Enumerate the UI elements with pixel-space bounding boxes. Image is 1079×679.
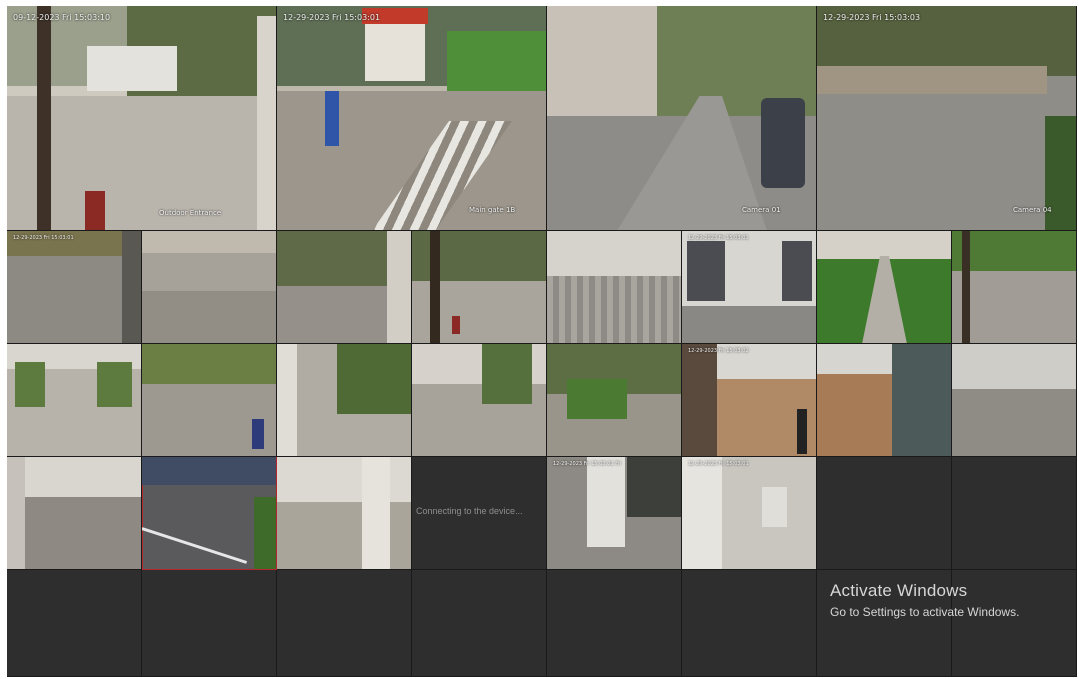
camera-tile-10[interactable]: 12-29-2023 Fri 15:03:01 xyxy=(682,231,817,344)
camera-tile-4[interactable]: 12-29-2023 Fri 15:03:03 Camera 04 xyxy=(817,6,1077,231)
camera-tile-1[interactable]: 09-12-2023 Fri 15:03:10 Outdoor Entrance xyxy=(7,6,277,231)
scene xyxy=(15,362,45,407)
scene xyxy=(817,231,951,259)
scene xyxy=(782,241,812,301)
camera-tile-15[interactable] xyxy=(277,344,412,457)
scene xyxy=(277,344,297,456)
camera-tile-16[interactable] xyxy=(412,344,547,457)
camera-tile-9[interactable] xyxy=(547,231,682,344)
scene xyxy=(447,31,546,91)
camera-tile-33[interactable] xyxy=(547,570,682,677)
scene xyxy=(337,344,411,414)
camera-tile-8[interactable] xyxy=(412,231,547,344)
scene xyxy=(627,457,681,517)
camera-timestamp: 12-29-2023 Fri 15:03:01 xyxy=(283,13,381,22)
scene xyxy=(547,276,681,343)
scene xyxy=(257,16,276,230)
scene xyxy=(142,457,276,485)
scene xyxy=(587,457,625,547)
camera-tile-22[interactable] xyxy=(142,457,277,570)
camera-tile-14[interactable] xyxy=(142,344,277,457)
scene xyxy=(817,66,1047,94)
camera-caption: Outdoor Entrance xyxy=(159,209,222,217)
camera-video-wall: 09-12-2023 Fri 15:03:10 Outdoor Entrance… xyxy=(7,6,1077,677)
scene xyxy=(254,497,276,569)
scene xyxy=(962,231,970,343)
scene xyxy=(87,46,177,91)
camera-tile-17[interactable] xyxy=(547,344,682,457)
camera-tile-7[interactable] xyxy=(277,231,412,344)
camera-timestamp: 12-29-2023 Fri 15:03:03 xyxy=(823,13,921,22)
scene xyxy=(142,344,276,384)
camera-tile-2[interactable]: 12-29-2023 Fri 15:03:01 Main gate 1B xyxy=(277,6,547,231)
camera-tile-24[interactable]: Connecting to the device... xyxy=(412,457,547,570)
camera-tile-20[interactable] xyxy=(952,344,1077,457)
scene xyxy=(452,316,460,334)
scene xyxy=(365,16,425,81)
camera-tile-6[interactable] xyxy=(142,231,277,344)
camera-caption: Main gate 1B xyxy=(469,206,516,214)
camera-caption: Camera 04 xyxy=(1013,206,1052,214)
camera-caption: Camera 01 xyxy=(742,206,781,214)
scene xyxy=(482,344,532,404)
scene xyxy=(682,344,717,456)
camera-timestamp: 12-29-2023 Fri 15:03:01 xyxy=(688,461,749,467)
scene xyxy=(567,379,627,419)
camera-tile-3[interactable]: Camera 01 xyxy=(547,6,817,231)
camera-tile-26[interactable]: 12-29-2023 Fri 15:03:01 xyxy=(682,457,817,570)
camera-tile-32[interactable] xyxy=(412,570,547,677)
scene xyxy=(387,231,411,343)
camera-tile-31[interactable] xyxy=(277,570,412,677)
scene xyxy=(85,191,105,230)
scene xyxy=(761,98,805,188)
camera-tile-28[interactable] xyxy=(952,457,1077,570)
camera-timestamp: 12-29-2023 Fri 15:03:01 Fri xyxy=(553,461,622,467)
scene xyxy=(277,457,411,502)
scene xyxy=(952,344,1076,389)
scene xyxy=(252,419,264,449)
scene xyxy=(430,231,440,343)
scene xyxy=(762,487,787,527)
scene xyxy=(142,231,276,253)
camera-tile-25[interactable]: 12-29-2023 Fri 15:03:01 Fri xyxy=(547,457,682,570)
scene xyxy=(325,91,339,146)
camera-tile-35[interactable] xyxy=(817,570,952,677)
scene xyxy=(362,457,390,569)
scene xyxy=(7,457,25,569)
camera-timestamp: 12-29-2023 Fri 15:03:01 xyxy=(688,235,749,241)
scene xyxy=(952,231,1076,271)
camera-timestamp: 12-29-2023 Fri 15:03:01 xyxy=(13,235,74,241)
scene xyxy=(142,291,276,343)
scene xyxy=(682,457,722,569)
scene xyxy=(687,241,725,301)
camera-tile-30[interactable] xyxy=(142,570,277,677)
camera-tile-12[interactable] xyxy=(952,231,1077,344)
camera-tile-13[interactable] xyxy=(7,344,142,457)
camera-tile-23[interactable] xyxy=(277,457,412,570)
camera-tile-36[interactable] xyxy=(952,570,1077,677)
scene xyxy=(892,344,951,456)
scene xyxy=(797,409,807,454)
scene xyxy=(547,6,657,126)
camera-tile-34[interactable] xyxy=(682,570,817,677)
scene xyxy=(547,231,681,281)
camera-tile-19[interactable] xyxy=(817,344,952,457)
scene xyxy=(97,362,132,407)
camera-tile-18[interactable]: 12-29-2023 Fri 15:03:02 xyxy=(682,344,817,457)
camera-tile-21[interactable] xyxy=(7,457,142,570)
connecting-status: Connecting to the device... xyxy=(416,506,523,516)
scene xyxy=(142,527,248,564)
scene xyxy=(862,256,907,343)
camera-timestamp: 12-29-2023 Fri 15:03:02 xyxy=(688,348,749,354)
camera-tile-29[interactable] xyxy=(7,570,142,677)
scene xyxy=(7,457,141,497)
scene xyxy=(122,231,141,343)
camera-tile-27[interactable] xyxy=(817,457,952,570)
camera-tile-5[interactable]: 12-29-2023 Fri 15:03:01 xyxy=(7,231,142,344)
scene xyxy=(37,6,51,230)
camera-timestamp: 09-12-2023 Fri 15:03:10 xyxy=(13,13,111,22)
camera-tile-11[interactable] xyxy=(817,231,952,344)
